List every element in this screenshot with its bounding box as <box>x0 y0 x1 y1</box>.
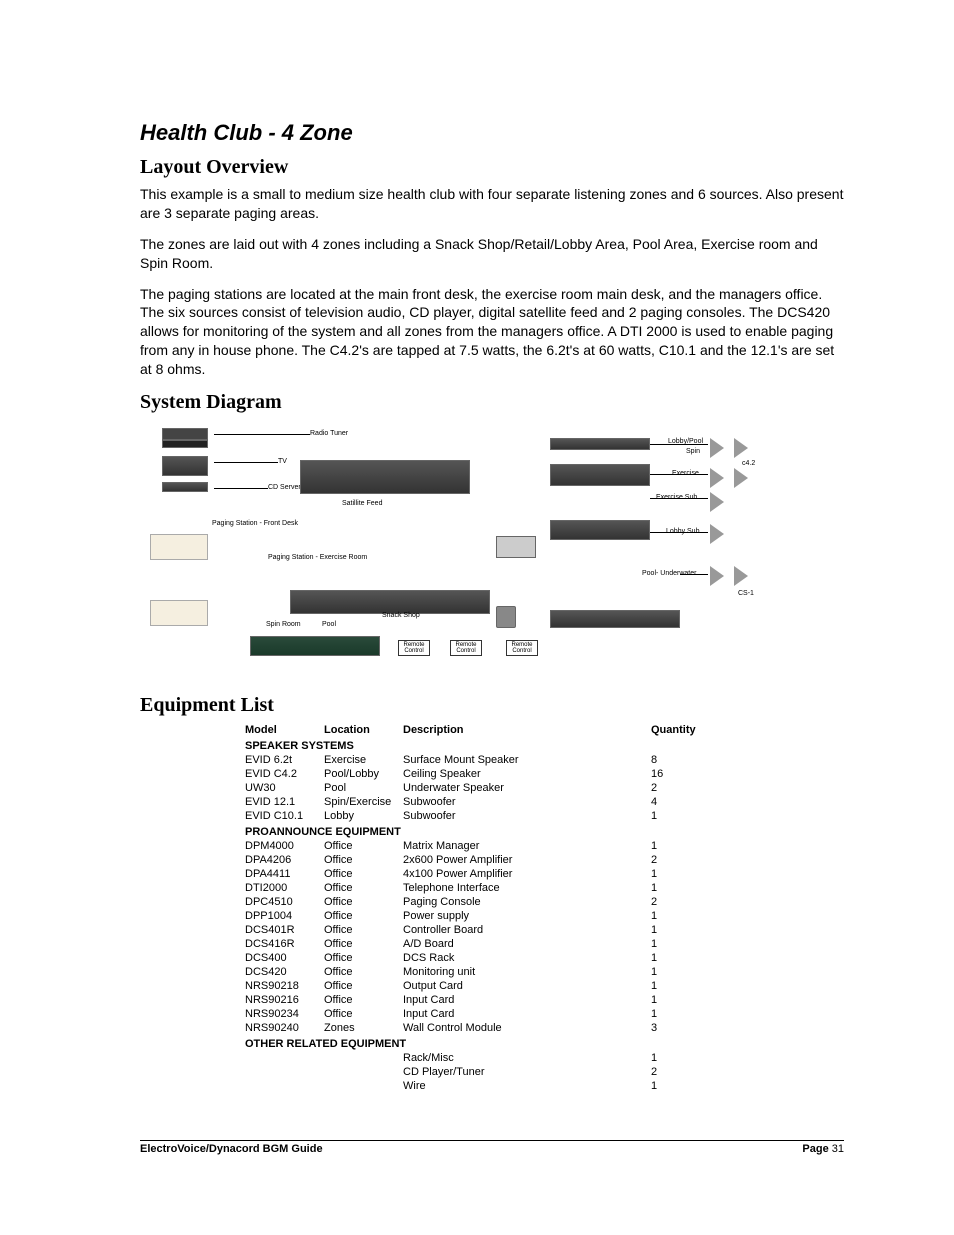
table-row: DPP1004OfficePower supply1 <box>245 909 705 923</box>
heading-layout-overview: Layout Overview <box>140 156 844 179</box>
box-remote-2: Remote Control <box>450 640 482 656</box>
table-row: CD Player/Tuner2 <box>245 1065 705 1079</box>
table-row: NRS90234OfficeInput Card1 <box>245 1007 705 1021</box>
table-row: EVID C4.2Pool/LobbyCeiling Speaker16 <box>245 767 705 781</box>
table-row: UW30PoolUnderwater Speaker2 <box>245 781 705 795</box>
table-row: DCS416ROfficeA/D Board1 <box>245 937 705 951</box>
table-row: EVID 12.1Spin/ExerciseSubwoofer4 <box>245 795 705 809</box>
table-header-row: Model Location Description Quantity <box>245 723 705 737</box>
table-row: NRS90240ZonesWall Control Module3 <box>245 1021 705 1035</box>
label-paging-front: Paging Station - Front Desk <box>212 520 298 527</box>
page-footer: ElectroVoice/Dynacord BGM Guide Page 31 <box>140 1140 844 1155</box>
table-row: EVID C10.1LobbySubwoofer1 <box>245 809 705 823</box>
table-row: DPA4411Office4x100 Power Amplifier1 <box>245 867 705 881</box>
table-group-header: OTHER RELATED EQUIPMENT <box>245 1035 705 1051</box>
label-satellite: Satillite Feed <box>342 500 382 507</box>
table-row: NRS90218OfficeOutput Card1 <box>245 979 705 993</box>
paragraph-overview-2: The zones are laid out with 4 zones incl… <box>140 235 844 273</box>
table-row: DCS401ROfficeController Board1 <box>245 923 705 937</box>
table-row: DTI2000OfficeTelephone Interface1 <box>245 881 705 895</box>
label-spin: Spin <box>686 448 700 455</box>
system-diagram: Radio Tuner TV CD Server Satillite Feed … <box>150 420 750 680</box>
label-cd-server: CD Server <box>268 484 301 491</box>
label-tv: TV <box>278 458 287 465</box>
table-row: Wire1 <box>245 1079 705 1093</box>
label-paging-exercise: Paging Station - Exercise Room <box>268 554 367 561</box>
footer-left: ElectroVoice/Dynacord BGM Guide <box>140 1143 323 1155</box>
footer-right: Page 31 <box>802 1143 844 1155</box>
box-remote-3: Remote Control <box>506 640 538 656</box>
label-snack-shop: Snack Shop <box>382 612 420 619</box>
table-row: EVID 6.2tExerciseSurface Mount Speaker8 <box>245 753 705 767</box>
label-c42: c4.2 <box>742 460 755 467</box>
table-group-header: SPEAKER SYSTEMS <box>245 737 705 753</box>
table-row: Rack/Misc1 <box>245 1051 705 1065</box>
col-description: Description <box>403 723 651 737</box>
label-radio-tuner: Radio Tuner <box>310 430 348 437</box>
col-model: Model <box>245 723 324 737</box>
label-cs1: CS-1 <box>738 590 754 597</box>
table-row: DPC4510OfficePaging Console2 <box>245 895 705 909</box>
table-row: DCS400OfficeDCS Rack1 <box>245 951 705 965</box>
heading-equipment-list: Equipment List <box>140 694 844 717</box>
paragraph-overview-1: This example is a small to medium size h… <box>140 185 844 223</box>
footer-page-label: Page <box>802 1143 828 1155</box>
table-row: NRS90216OfficeInput Card1 <box>245 993 705 1007</box>
label-spin-room: Spin Room <box>266 621 301 628</box>
heading-system-diagram: System Diagram <box>140 391 844 414</box>
footer-page-number: 31 <box>832 1143 844 1155</box>
col-quantity: Quantity <box>651 723 705 737</box>
label-pool: Pool <box>322 621 336 628</box>
equipment-table: Model Location Description Quantity SPEA… <box>245 723 705 1093</box>
table-group-header: PROANNOUNCE EQUIPMENT <box>245 823 705 839</box>
box-remote-1: Remote Control <box>398 640 430 656</box>
page-title: Health Club - 4 Zone <box>140 120 844 146</box>
paragraph-overview-3: The paging stations are located at the m… <box>140 285 844 379</box>
table-row: DPA4206Office2x600 Power Amplifier2 <box>245 853 705 867</box>
table-row: DCS420OfficeMonitoring unit1 <box>245 965 705 979</box>
table-row: DPM4000OfficeMatrix Manager1 <box>245 839 705 853</box>
col-location: Location <box>324 723 403 737</box>
